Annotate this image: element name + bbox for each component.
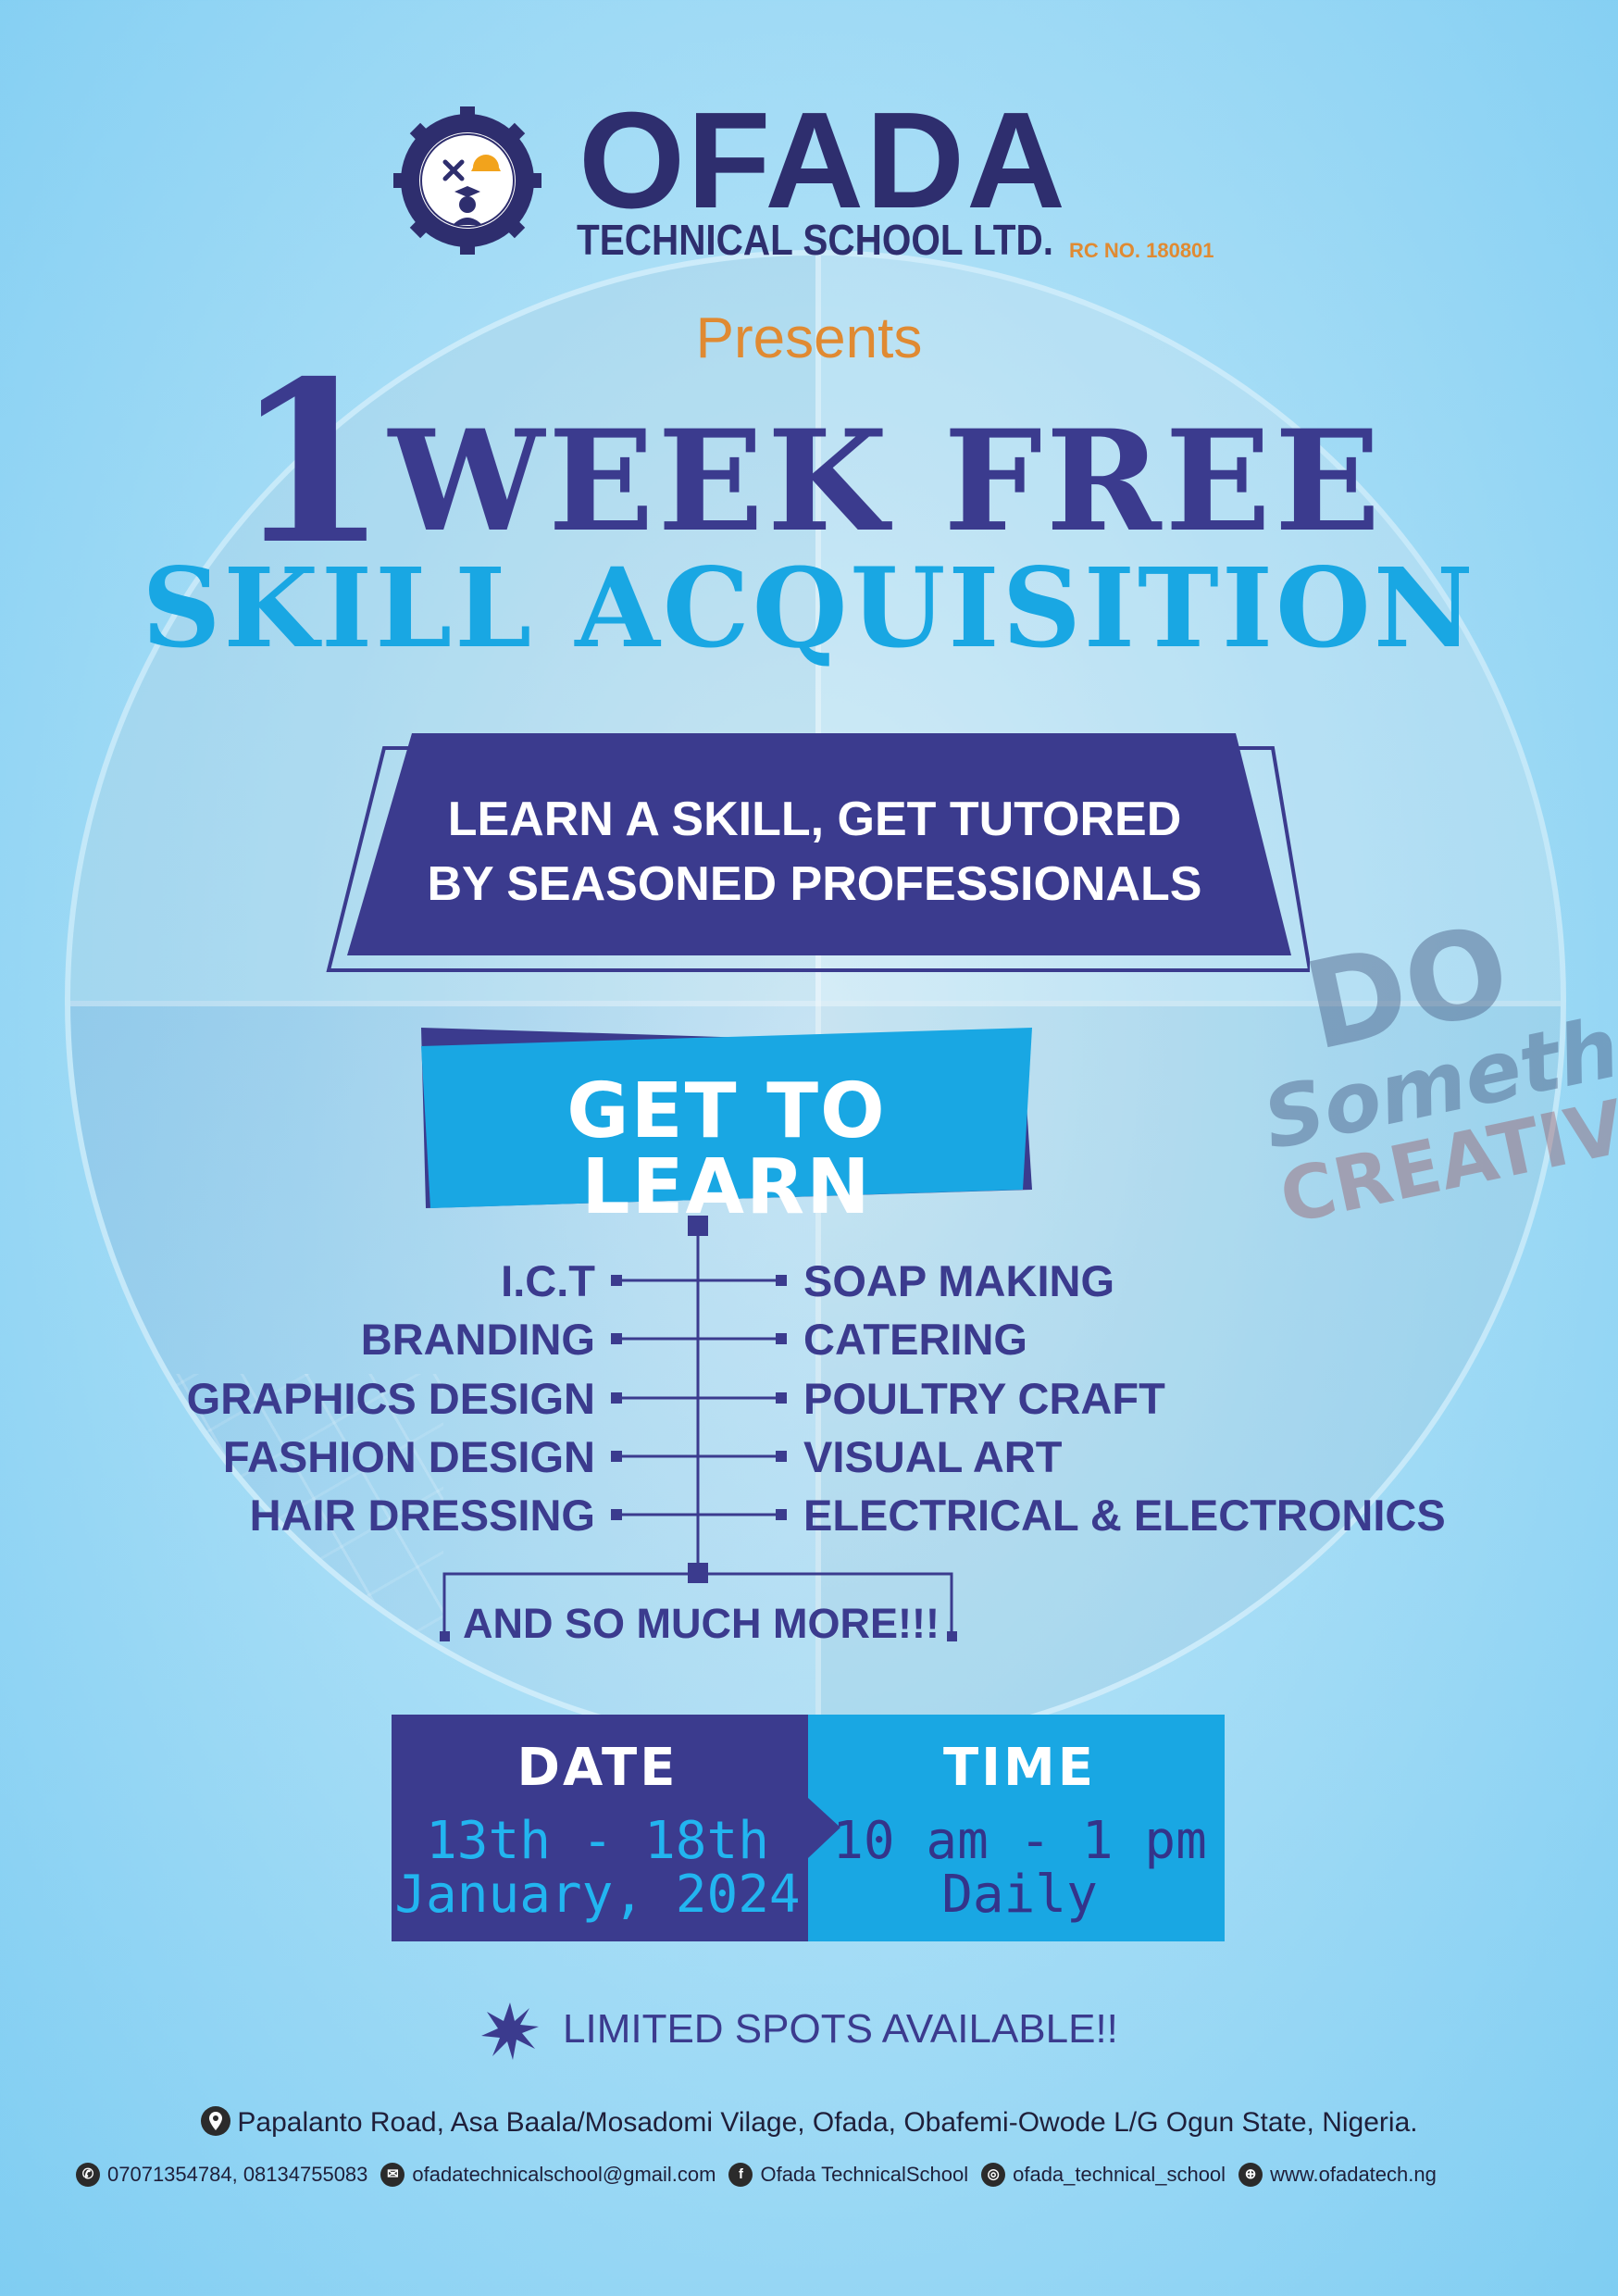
skill-electrical-electronics: ELECTRICAL & ELECTRONICS [803, 1491, 1446, 1540]
address-text: Papalanto Road, Asa Baala/Mosadomi Vilag… [237, 2107, 1418, 2138]
brand-subtitle: TECHNICAL SCHOOL LTD. [577, 216, 1054, 264]
tagline-text: LEARN A SKILL, GET TUTORED BY SEASONED P… [370, 787, 1259, 917]
instagram-handle[interactable]: ofada_technical_school [1013, 2163, 1226, 2187]
phone-numbers: 07071354784, 08134755083 [107, 2163, 368, 2186]
starburst-icon [481, 2003, 539, 2060]
brand-name: OFADA [579, 84, 1067, 237]
rc-number: RC NO. 180801 [1069, 239, 1214, 262]
phone-icon: ✆ [76, 2163, 100, 2187]
skill-branding: BRANDING [360, 1315, 595, 1364]
limited-spots-text: LIMITED SPOTS AVAILABLE!! [563, 2006, 1118, 2052]
website-url[interactable]: www.ofadatech.ng [1270, 2163, 1437, 2187]
skill-ict: I.C.T [501, 1256, 595, 1305]
date-label: DATE [517, 1738, 678, 1798]
facebook-icon: f [728, 2163, 753, 2187]
date-range: 13th - 18th [426, 1811, 769, 1871]
skill-catering: CATERING [803, 1315, 1027, 1364]
skill-hair-dressing: HAIR DRESSING [249, 1491, 595, 1540]
date-value: 13th - 18th January, 2024 [392, 1815, 803, 1922]
skill-fashion-design: FASHION DESIGN [222, 1432, 595, 1481]
skill-graphics-design: GRAPHICS DESIGN [186, 1374, 595, 1423]
instagram-icon: ◎ [981, 2163, 1006, 2187]
tagline-line1: LEARN A SKILL, GET TUTORED [447, 792, 1182, 846]
headline-skill-acquisition: SKILL ACQUISITION [142, 543, 1476, 672]
date-month-year: January, 2024 [394, 1865, 801, 1925]
time-label: TIME [942, 1738, 1096, 1798]
address-row: Papalanto Road, Asa Baala/Mosadomi Vilag… [0, 2105, 1618, 2139]
facebook-handle[interactable]: Ofada TechnicalSchool [760, 2163, 968, 2187]
skill-poultry-craft: POULTRY CRAFT [803, 1374, 1165, 1423]
email-address[interactable]: ofadatechnicalschool@gmail.com [412, 2163, 716, 2187]
time-value: 10 am - 1 pm Daily [815, 1815, 1225, 1922]
location-pin-icon [201, 2106, 231, 2136]
skill-soap-making: SOAP MAKING [803, 1256, 1114, 1305]
email-icon: ✉ [380, 2163, 405, 2187]
contact-row: ✆ 07071354784, 08134755083 ✉ ofadatechnica… [76, 2163, 1437, 2187]
and-more-text: AND SO MUCH MORE!!! [463, 1600, 940, 1647]
school-logo [393, 106, 541, 255]
skill-visual-art: VISUAL ART [803, 1432, 1063, 1481]
globe-icon: ⊕ [1238, 2163, 1263, 2187]
get-to-learn-heading: GET TO LEARN [566, 1067, 887, 1231]
headline-week-free: 1WEEK FREE [0, 352, 1618, 574]
tagline-line2: BY SEASONED PROFESSIONALS [427, 857, 1202, 911]
headline-line1: WEEK FREE [388, 400, 1385, 563]
time-frequency: Daily [941, 1865, 1098, 1925]
time-range: 10 am - 1 pm [832, 1811, 1207, 1871]
